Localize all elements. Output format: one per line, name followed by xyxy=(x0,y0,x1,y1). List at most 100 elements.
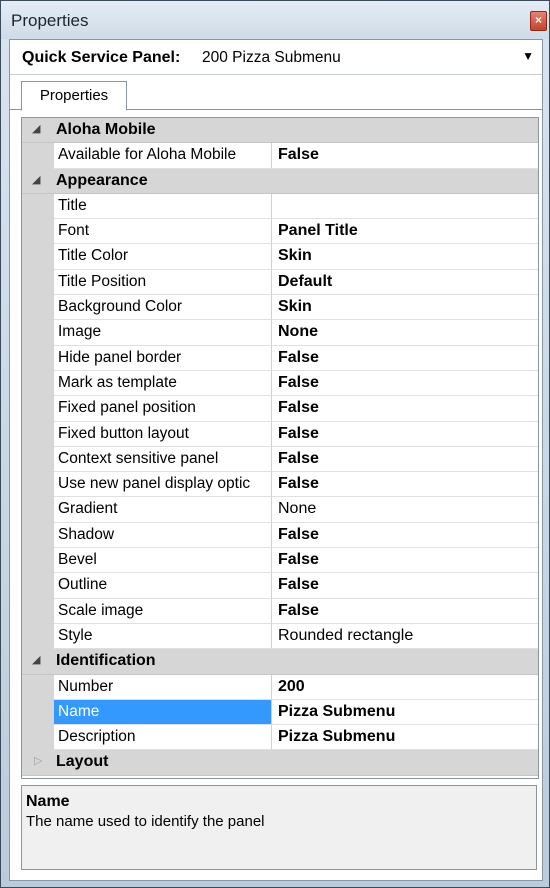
property-row-shadow[interactable]: Shadow False xyxy=(22,522,538,549)
expand-triangle-icon[interactable]: ▷ xyxy=(34,754,42,767)
row-gutter xyxy=(22,269,54,296)
description-title: Name xyxy=(26,793,70,810)
row-gutter xyxy=(22,472,54,498)
property-value[interactable]: None xyxy=(272,497,538,523)
category-aloha-mobile[interactable]: ◢ Aloha Mobile xyxy=(22,118,538,144)
property-row-font[interactable]: Font Panel Title xyxy=(22,219,538,245)
property-value[interactable]: 200 xyxy=(272,675,538,700)
property-row-fixed-button-layout[interactable]: Fixed button layout False xyxy=(22,421,538,447)
property-value[interactable]: False xyxy=(272,422,538,447)
property-value[interactable]: Panel Title xyxy=(272,219,538,245)
category-identification[interactable]: ◢ Identification xyxy=(22,649,538,675)
property-value[interactable]: False xyxy=(272,573,538,599)
close-icon[interactable]: × xyxy=(530,11,547,31)
property-value[interactable]: Pizza Submenu xyxy=(272,700,538,726)
property-row-name[interactable]: Name Pizza Submenu xyxy=(22,699,538,726)
row-gutter xyxy=(22,320,54,346)
property-name: Available for Aloha Mobile xyxy=(54,143,272,169)
category-appearance[interactable]: ◢ Appearance xyxy=(22,168,538,194)
property-row-description[interactable]: Description Pizza Submenu xyxy=(22,725,538,751)
property-name: Image xyxy=(54,320,272,346)
row-gutter xyxy=(22,396,54,422)
property-value[interactable]: False xyxy=(272,346,538,371)
property-name: Fixed button layout xyxy=(54,421,272,447)
property-value[interactable]: False xyxy=(272,548,538,574)
category-label: Appearance xyxy=(56,171,148,189)
row-gutter xyxy=(22,699,54,726)
property-name: Shadow xyxy=(54,522,272,549)
property-row-scale-image[interactable]: Scale image False xyxy=(22,598,538,624)
property-row-available-for-aloha-mobile[interactable]: Available for Aloha Mobile False xyxy=(22,143,538,169)
property-row-number[interactable]: Number 200 xyxy=(22,674,538,700)
collapse-triangle-icon[interactable]: ◢ xyxy=(32,122,40,135)
object-selector-dropdown[interactable]: Quick Service Panel: 200 Pizza Submenu ▼ xyxy=(10,40,542,75)
property-name: Description xyxy=(54,725,272,751)
description-panel: Name The name used to identify the panel xyxy=(21,785,537,870)
property-row-title-position[interactable]: Title Position Default xyxy=(22,269,538,296)
property-name: Title Color xyxy=(54,244,272,270)
property-name: Title Position xyxy=(54,269,272,296)
property-row-hide-panel-border[interactable]: Hide panel border False xyxy=(22,345,538,371)
row-gutter xyxy=(22,244,54,270)
object-type-label: Quick Service Panel: xyxy=(22,49,181,66)
property-row-fixed-panel-position[interactable]: Fixed panel position False xyxy=(22,396,538,422)
property-row-use-new-panel-display[interactable]: Use new panel display optic False xyxy=(22,472,538,498)
tab-strip: Properties xyxy=(10,75,542,111)
property-value[interactable]: Pizza Submenu xyxy=(272,725,538,751)
property-name: Name xyxy=(54,699,272,726)
property-row-style[interactable]: Style Rounded rectangle xyxy=(22,623,538,650)
property-value[interactable]: False xyxy=(272,371,538,397)
category-label: Identification xyxy=(56,652,156,670)
property-name: Outline xyxy=(54,573,272,599)
chevron-down-icon[interactable]: ▼ xyxy=(522,49,534,63)
property-row-bevel[interactable]: Bevel False xyxy=(22,548,538,574)
property-row-outline[interactable]: Outline False xyxy=(22,573,538,599)
property-name: Style xyxy=(54,623,272,650)
row-gutter xyxy=(22,674,54,700)
row-gutter xyxy=(22,219,54,245)
property-row-image[interactable]: Image None xyxy=(22,320,538,346)
tab-properties[interactable]: Properties xyxy=(21,81,127,111)
property-value[interactable] xyxy=(272,194,538,220)
category-layout[interactable]: ▷ Layout xyxy=(22,750,538,776)
property-row-gradient[interactable]: Gradient None xyxy=(22,497,538,523)
property-value[interactable]: Default xyxy=(272,270,538,296)
property-name: Font xyxy=(54,219,272,245)
property-name: Use new panel display optic xyxy=(54,472,272,498)
row-gutter xyxy=(22,295,54,321)
title-bar[interactable]: Properties × xyxy=(1,1,549,39)
property-row-context-sensitive-panel[interactable]: Context sensitive panel False xyxy=(22,446,538,473)
property-name: Hide panel border xyxy=(54,345,272,371)
property-grid: ◢ Aloha Mobile Available for Aloha Mobil… xyxy=(21,117,539,779)
window-client-area: Quick Service Panel: 200 Pizza Submenu ▼… xyxy=(9,39,543,881)
row-gutter xyxy=(22,421,54,447)
property-value[interactable]: Rounded rectangle xyxy=(272,624,538,650)
object-name-value: 200 Pizza Submenu xyxy=(202,49,341,66)
property-name: Context sensitive panel xyxy=(54,446,272,473)
row-gutter xyxy=(22,370,54,397)
property-value[interactable]: Skin xyxy=(272,295,538,321)
property-value[interactable]: None xyxy=(272,320,538,346)
property-row-title[interactable]: Title xyxy=(22,193,538,220)
property-row-background-color[interactable]: Background Color Skin xyxy=(22,295,538,321)
property-name: Fixed panel position xyxy=(54,396,272,422)
property-value[interactable]: False xyxy=(272,599,538,624)
category-label: Aloha Mobile xyxy=(56,121,156,138)
property-row-mark-as-template[interactable]: Mark as template False xyxy=(22,370,538,397)
property-value[interactable]: False xyxy=(272,523,538,549)
property-name: Gradient xyxy=(54,497,272,523)
property-value[interactable]: False xyxy=(272,396,538,422)
property-name: Background Color xyxy=(54,295,272,321)
property-value[interactable]: Skin xyxy=(272,244,538,270)
collapse-triangle-icon[interactable]: ◢ xyxy=(32,173,40,186)
property-row-title-color[interactable]: Title Color Skin xyxy=(22,244,538,270)
property-value[interactable]: False xyxy=(272,143,538,169)
property-value[interactable]: False xyxy=(272,447,538,473)
row-gutter xyxy=(22,573,54,599)
collapse-triangle-icon[interactable]: ◢ xyxy=(32,653,40,666)
row-gutter xyxy=(22,497,54,523)
property-name: Bevel xyxy=(54,548,272,574)
property-value[interactable]: False xyxy=(272,472,538,498)
row-gutter xyxy=(22,548,54,574)
property-name: Number xyxy=(54,674,272,700)
